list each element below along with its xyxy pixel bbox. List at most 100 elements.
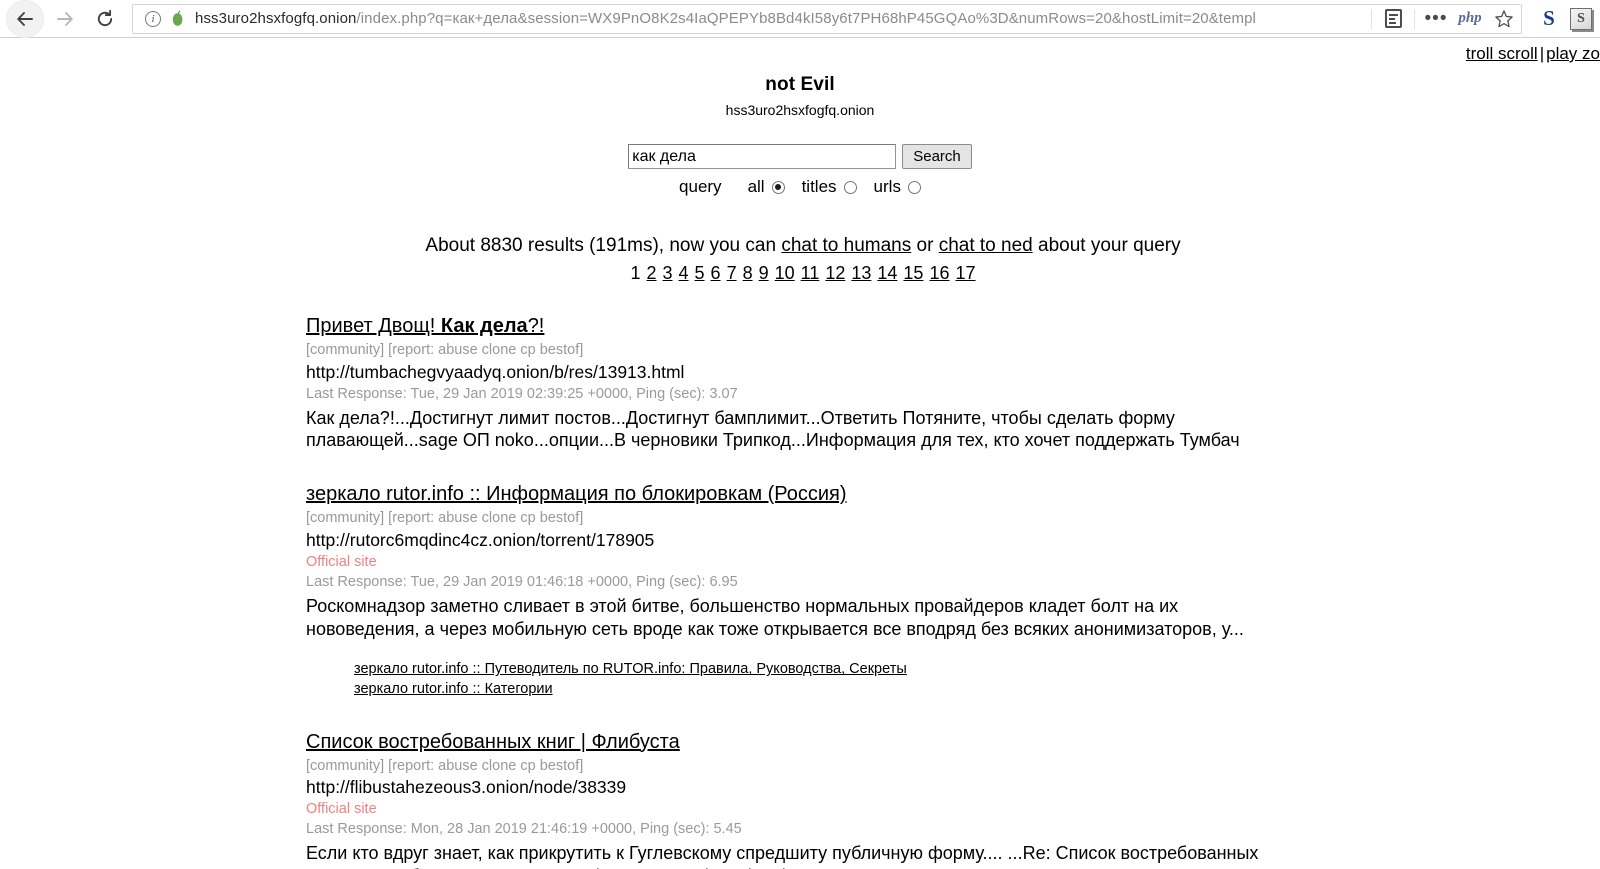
result-tags[interactable]: [community] [report: abuse clone cp best… (306, 757, 1300, 776)
result-url: http://flibustahezeous3.onion/node/38339 (306, 777, 627, 798)
pagination-page-13[interactable]: 13 (848, 263, 874, 283)
back-button[interactable] (6, 0, 44, 38)
result-title-link[interactable]: Привет Двощ! Как дела?! (306, 314, 544, 338)
address-bar-icons: i (133, 10, 195, 27)
page-title: not Evil (765, 74, 835, 95)
result-title-text: Привет Двощ! (306, 315, 441, 337)
url-host: hss3uro2hsxfogfq.onion (195, 10, 357, 27)
scope-option-titles[interactable]: titles (802, 177, 857, 197)
forward-arrow-icon (57, 11, 73, 26)
search-result: зеркало rutor.info :: Информация по блок… (306, 482, 1300, 699)
scope-radio-all[interactable] (771, 180, 785, 194)
scope-radio-urls[interactable] (907, 180, 921, 194)
result-url: http://tumbachegvyaadyq.onion/b/res/1391… (306, 361, 685, 382)
site-subtitle: hss3uro2hsxfogfq.onion (725, 102, 875, 118)
pagination-page-17[interactable]: 17 (952, 263, 978, 283)
results-list: Привет Двощ! Как дела?! [community] [repo… (306, 314, 1300, 869)
result-title-text: Список востребованных книг | Флибуста (306, 730, 680, 753)
pagination-current: 1 (630, 263, 641, 283)
pagination-page-7[interactable]: 7 (724, 263, 740, 283)
top-links-separator: | (1539, 44, 1545, 63)
scope-option-urls[interactable]: urls (874, 177, 921, 197)
site-header: not Evil hss3uro2hsxfogfq.onion (0, 38, 1600, 118)
reload-icon (97, 9, 113, 26)
page-content: troll scroll | play zo not Evil hss3uro2hs… (0, 38, 1600, 869)
result-sublinks: зеркало rutor.info :: Путеводитель по RU… (354, 660, 1300, 699)
play-zone-link[interactable]: play zo (1546, 44, 1600, 63)
result-sublink[interactable]: зеркало rutor.info :: Категории (354, 680, 1300, 700)
site-info-icon[interactable]: i (145, 10, 161, 27)
pagination-page-3[interactable]: 3 (660, 263, 676, 283)
search-button[interactable]: Search (902, 144, 972, 169)
toolbar-divider-1 (1371, 8, 1372, 29)
forward-button[interactable] (46, 0, 84, 38)
pagination: 1 2 3 4 5 6 7 8 9 10 11 12 13 14 15 16 17 (306, 263, 1300, 284)
scope-option-titles-label: titles (801, 177, 837, 196)
pagination-page-15[interactable]: 15 (900, 263, 926, 283)
pagination-page-16[interactable]: 16 (926, 263, 952, 283)
extension-s-box-button[interactable]: S (1570, 7, 1592, 30)
pagination-page-6[interactable]: 6 (708, 263, 724, 283)
result-last-response: Last Response: Mon, 28 Jan 2019 21:46:19… (306, 821, 742, 838)
results-container: About 8830 results (191ms), now you can … (300, 235, 1300, 869)
result-snippet: Если кто вдруг знает, как прикрутить к Г… (306, 842, 1259, 869)
pagination-page-4[interactable]: 4 (676, 263, 692, 283)
result-official-badge: Official site (306, 554, 377, 570)
search-input[interactable] (628, 144, 897, 169)
pagination-page-8[interactable]: 8 (740, 263, 756, 283)
result-title-highlight: Как дела (440, 315, 528, 337)
chat-to-ned-link[interactable]: chat to ned (939, 235, 1033, 256)
page-actions-button[interactable]: ••• (1419, 5, 1453, 33)
results-summary-prefix: About 8830 results (191ms), now you can (425, 235, 782, 256)
address-bar[interactable]: i hss3uro2hsxfogfq.onion/index.php?q=как… (132, 3, 1522, 34)
result-tags[interactable]: [community] [report: abuse clone cp best… (306, 341, 1300, 360)
result-last-response: Last Response: Tue, 29 Jan 2019 01:46:18… (306, 573, 738, 590)
pagination-page-10[interactable]: 10 (772, 263, 798, 283)
scope-radio-titles[interactable] (843, 180, 857, 194)
star-icon (1495, 9, 1513, 27)
url-path: /index.php?q=как+дела&session=WX9PnO8K2s… (356, 10, 1256, 27)
results-summary-suffix: about your query (1032, 235, 1181, 256)
ellipsis-icon: ••• (1424, 7, 1448, 29)
result-sublink[interactable]: зеркало rutor.info :: Путеводитель по RU… (354, 660, 1300, 680)
back-arrow-icon (17, 11, 33, 26)
search-row: Search (628, 144, 972, 169)
browser-toolbar: i hss3uro2hsxfogfq.onion/index.php?q=как… (0, 0, 1600, 38)
pagination-links: 2 3 4 5 6 7 8 9 10 11 12 13 14 15 16 17 (643, 263, 978, 283)
pagination-page-14[interactable]: 14 (874, 263, 900, 283)
result-title-text: зеркало rutor.info :: Информация по блок… (306, 483, 847, 506)
reader-view-icon (1384, 9, 1402, 28)
extension-s-blue-button[interactable]: S (1532, 6, 1566, 31)
scope-option-all[interactable]: all (748, 177, 785, 197)
bookmark-button[interactable] (1487, 5, 1521, 33)
php-extension-button[interactable]: php (1453, 5, 1487, 33)
results-summary-middle: or (911, 235, 939, 256)
pagination-page-2[interactable]: 2 (643, 263, 659, 283)
result-snippet: Как дела?!...Достигнут лимит постов...До… (306, 407, 1240, 451)
reload-button[interactable] (86, 0, 124, 38)
result-official-badge: Official site (306, 801, 377, 818)
pagination-page-9[interactable]: 9 (756, 263, 772, 283)
pagination-page-5[interactable]: 5 (692, 263, 708, 283)
toolbar-divider-2 (1414, 8, 1415, 29)
url-text: hss3uro2hsxfogfq.onion/index.php?q=как+д… (195, 10, 1367, 27)
result-last-response: Last Response: Tue, 29 Jan 2019 02:39:25… (306, 385, 738, 402)
troll-scroll-link[interactable]: troll scroll (1466, 44, 1538, 63)
extension-icons: S S (1532, 6, 1600, 31)
search-scope-options: query all titles urls (0, 177, 1600, 197)
result-tags[interactable]: [community] [report: abuse clone cp best… (306, 509, 1300, 528)
navigation-buttons (0, 0, 124, 38)
result-title-link[interactable]: зеркало rutor.info :: Информация по блок… (306, 482, 847, 506)
address-bar-actions: ••• php (1367, 5, 1521, 33)
chat-to-humans-link[interactable]: chat to humans (781, 235, 911, 256)
query-label: query (679, 177, 722, 196)
pagination-page-11[interactable]: 11 (798, 263, 823, 283)
results-summary: About 8830 results (191ms), now you can … (306, 235, 1300, 257)
scope-option-urls-label: urls (873, 177, 901, 196)
result-snippet: Роскомнадзор заметно сливает в этой битв… (306, 595, 1244, 639)
search-result: Список востребованных книг | Флибуста [co… (306, 730, 1300, 869)
result-title-tail: ?! (527, 315, 545, 337)
pagination-page-12[interactable]: 12 (822, 263, 848, 283)
result-title-link[interactable]: Список востребованных книг | Флибуста (306, 730, 680, 754)
reader-view-button[interactable] (1376, 5, 1410, 33)
